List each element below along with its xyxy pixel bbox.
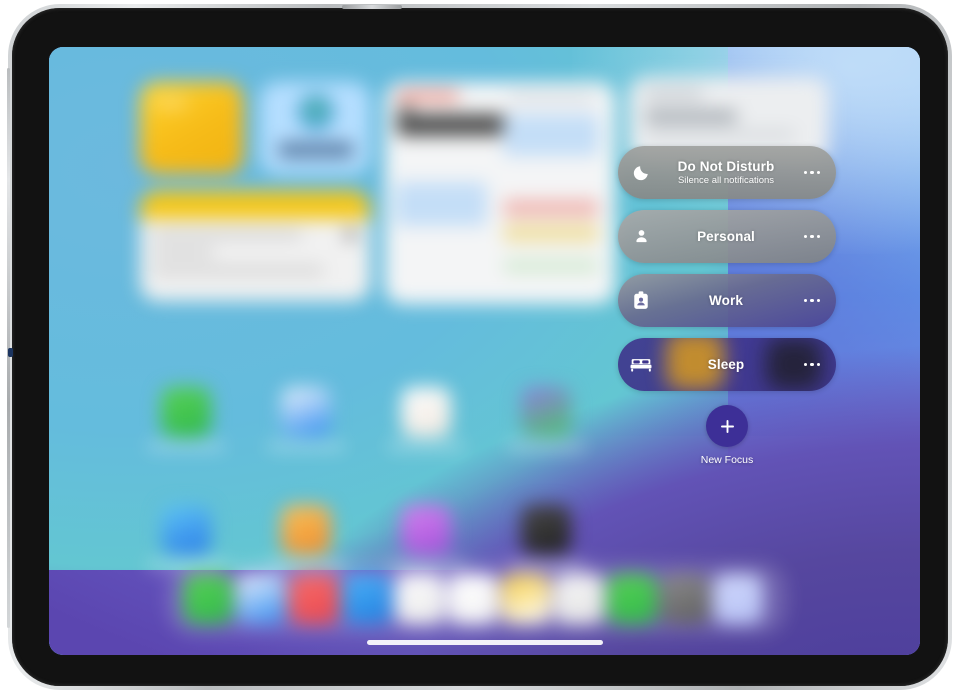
photos-widget[interactable]	[140, 82, 243, 174]
app-label	[387, 443, 465, 450]
focus-item-text: Personal	[664, 229, 794, 244]
notes-line	[152, 249, 214, 256]
focus-item-work[interactable]: Work	[618, 274, 836, 327]
news-widget-card	[395, 182, 487, 226]
focus-item-personal[interactable]: Personal	[618, 210, 836, 263]
power-button[interactable]	[342, 5, 402, 9]
focus-item-subtitle: Silence all notifications	[677, 175, 775, 186]
focus-item-sleep[interactable]: Sleep	[618, 338, 836, 391]
notes-line	[152, 231, 302, 238]
dock-mail[interactable]	[342, 574, 392, 624]
focus-item-title: Work	[709, 293, 743, 308]
bed-icon	[618, 357, 664, 373]
new-focus-button[interactable]: New Focus	[618, 405, 836, 466]
notes-widget-dot	[345, 229, 356, 240]
app-notes[interactable]	[387, 387, 465, 450]
dock-facetime[interactable]	[607, 574, 657, 624]
dock-notes[interactable]	[501, 574, 551, 624]
dock-music[interactable]	[289, 574, 339, 624]
app-label	[267, 443, 345, 450]
news-widget-title-placeholder	[397, 92, 459, 100]
app-label	[147, 443, 225, 450]
dock-keynote[interactable]	[554, 574, 604, 624]
new-focus-label: New Focus	[700, 454, 754, 466]
focus-item-title: Personal	[697, 229, 755, 244]
ellipsis-icon[interactable]	[794, 170, 836, 175]
volume-button[interactable]	[8, 348, 13, 357]
ellipsis-icon[interactable]	[794, 234, 836, 239]
app-reminders[interactable]	[267, 505, 345, 568]
plus-icon	[706, 405, 748, 447]
id-badge-icon	[618, 291, 664, 310]
home-indicator[interactable]	[366, 640, 603, 645]
news-widget-card	[503, 260, 599, 272]
app-colorful[interactable]	[507, 387, 585, 450]
dock-settings[interactable]	[660, 574, 710, 624]
focus-item-text: Sleep	[664, 357, 794, 372]
notes-widget-header	[140, 191, 370, 219]
app-settings[interactable]	[507, 505, 585, 568]
screen[interactable]: Do Not Disturb Silence all notifications	[49, 47, 920, 655]
crescent-moon-icon	[618, 164, 664, 182]
app-messages[interactable]	[147, 387, 225, 450]
focus-item-do-not-disturb[interactable]: Do Not Disturb Silence all notifications	[618, 146, 836, 199]
contact-widget[interactable]	[260, 82, 370, 174]
news-widget-subline	[509, 94, 595, 101]
app-appstore[interactable]	[147, 505, 225, 568]
notes-widget[interactable]	[140, 191, 370, 301]
mail-widget-line	[645, 111, 737, 122]
mail-widget-line	[645, 131, 795, 138]
focus-item-text: Work	[664, 293, 794, 308]
news-widget-card	[503, 114, 599, 156]
contact-avatar	[298, 94, 334, 130]
dock-files[interactable]	[713, 574, 763, 624]
app-mail[interactable]	[267, 387, 345, 450]
ellipsis-icon[interactable]	[794, 298, 836, 303]
mail-widget-line	[645, 91, 703, 98]
dock	[167, 563, 787, 635]
person-icon	[618, 228, 664, 245]
focus-panel: Do Not Disturb Silence all notifications	[618, 146, 842, 556]
app-podcasts[interactable]	[387, 505, 465, 568]
contact-name-placeholder	[278, 142, 354, 158]
dock-photos[interactable]	[448, 574, 498, 624]
dock-news[interactable]	[395, 574, 445, 624]
focus-item-title: Do Not Disturb	[677, 159, 775, 174]
dock-messages[interactable]	[183, 574, 233, 624]
news-widget-card	[503, 224, 599, 242]
focus-item-text: Do Not Disturb Silence all notifications	[664, 159, 794, 186]
news-widget-card	[503, 200, 599, 216]
app-label	[507, 443, 585, 450]
focus-item-title: Sleep	[707, 357, 745, 372]
news-widget[interactable]	[385, 82, 615, 304]
device-frame: Do Not Disturb Silence all notifications	[7, 4, 952, 690]
notes-line	[152, 267, 324, 274]
ellipsis-icon[interactable]	[794, 362, 836, 367]
dock-safari[interactable]	[236, 574, 286, 624]
device-bezel: Do Not Disturb Silence all notifications	[7, 5, 948, 686]
